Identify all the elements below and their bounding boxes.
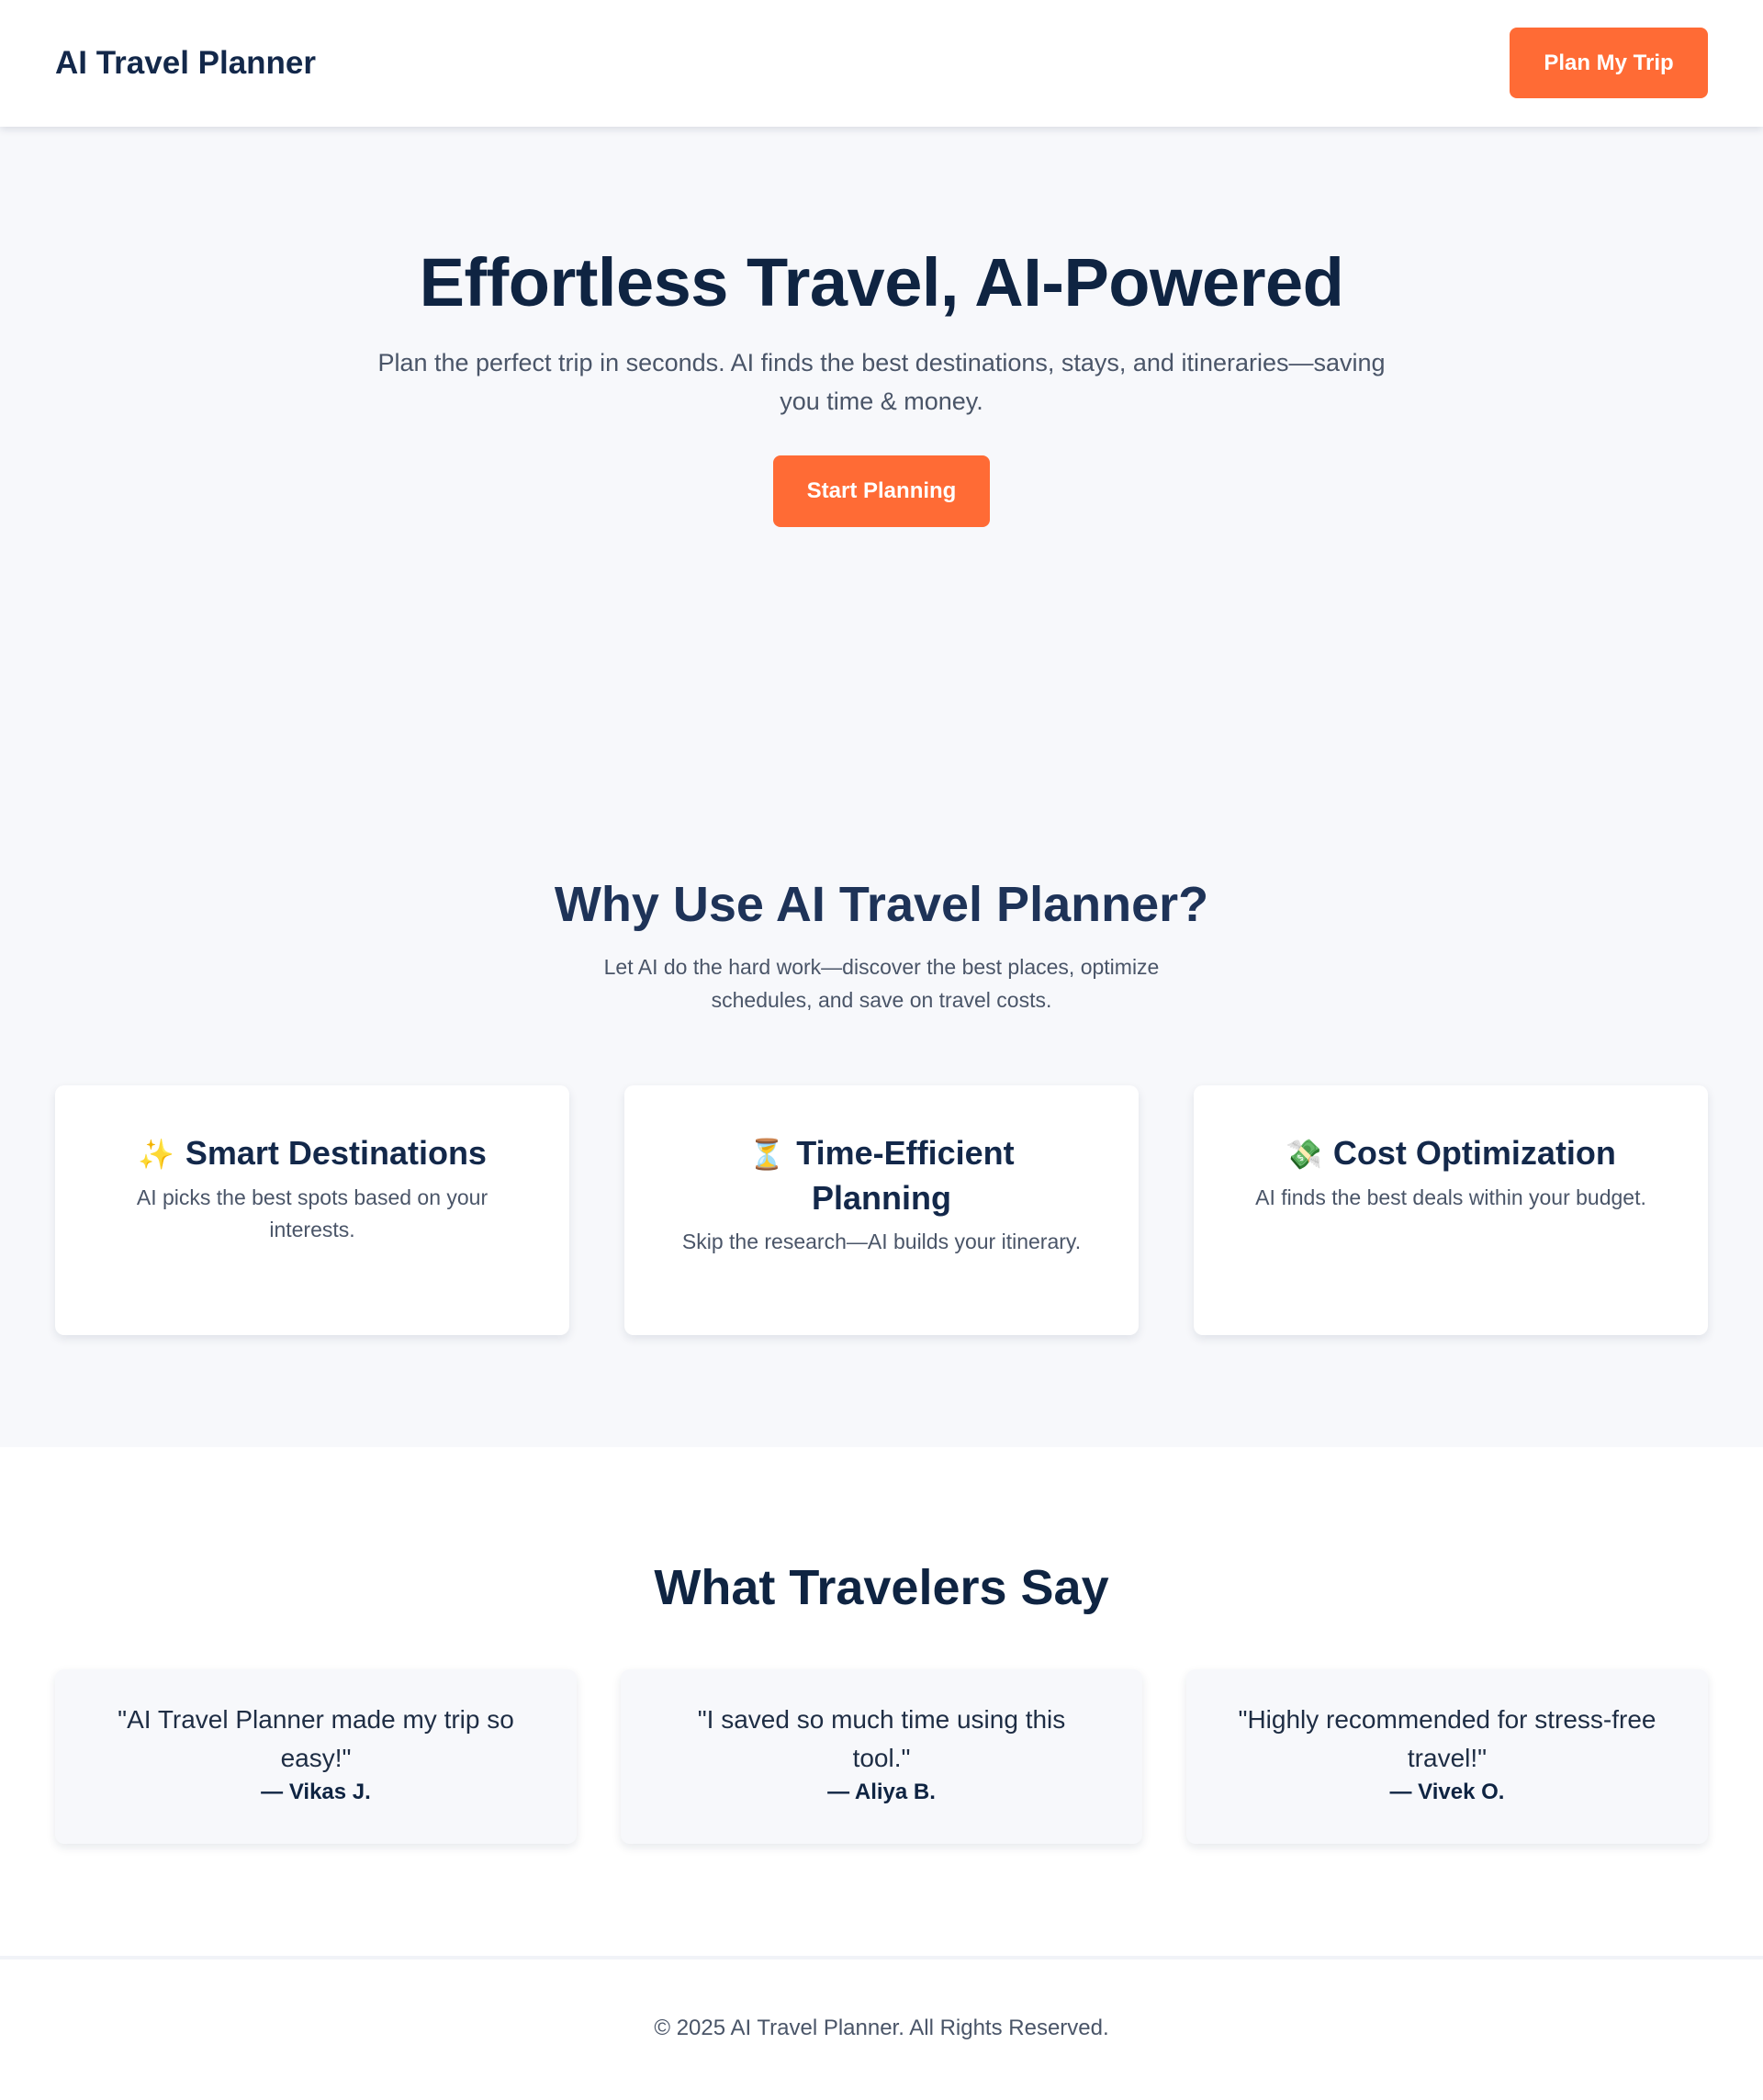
copyright-text: © 2025 AI Travel Planner. All Rights Res…	[654, 2016, 1109, 2040]
hero-section: Effortless Travel, AI-Powered Plan the p…	[0, 127, 1763, 825]
testimonial-card: "Highly recommended for stress-free trav…	[1186, 1669, 1708, 1844]
testimonial-quote: "Highly recommended for stress-free trav…	[1238, 1705, 1656, 1772]
start-planning-button[interactable]: Start Planning	[773, 455, 990, 527]
feature-title: Smart Destinations	[185, 1134, 487, 1172]
site-header: AI Travel Planner Plan My Trip	[0, 0, 1763, 127]
feature-description: AI picks the best spots based on your in…	[136, 1185, 488, 1241]
testimonial-quote: "I saved so much time using this tool."	[697, 1705, 1066, 1772]
money-wings-icon: 💸	[1286, 1138, 1322, 1171]
hourglass-icon: ⏳	[748, 1138, 786, 1171]
feature-card-time-efficient-planning: ⏳ Time-Efficient Planning Skip the resear…	[624, 1085, 1139, 1335]
testimonials-title: What Travelers Say	[654, 1560, 1109, 1615]
site-footer: © 2025 AI Travel Planner. All Rights Res…	[0, 1956, 1763, 2100]
feature-heading: ⏳ Time-Efficient Planning	[679, 1131, 1084, 1220]
feature-heading: ✨ Smart Destinations	[110, 1131, 514, 1176]
testimonial-card: "I saved so much time using this tool." …	[621, 1669, 1142, 1844]
page: AI Travel Planner Plan My Trip Effortles…	[0, 0, 1763, 2100]
testimonial-author: — Vikas J.	[261, 1780, 371, 1804]
testimonial-author: — Aliya B.	[827, 1780, 936, 1804]
hero-subtitle: Plan the perfect trip in seconds. AI fin…	[377, 349, 1386, 415]
features-subtitle: Let AI do the hard work—discover the bes…	[603, 955, 1160, 1012]
feature-description: AI finds the best deals within your budg…	[1255, 1185, 1646, 1209]
feature-heading: 💸 Cost Optimization	[1249, 1131, 1653, 1176]
feature-title: Time-Efficient Planning	[796, 1134, 1015, 1217]
testimonial-author: — Vivek O.	[1389, 1780, 1505, 1804]
feature-card-smart-destinations: ✨ Smart Destinations AI picks the best sp…	[55, 1085, 569, 1335]
testimonial-quote: "AI Travel Planner made my trip so easy!…	[118, 1705, 514, 1772]
testimonial-card: "AI Travel Planner made my trip so easy!…	[55, 1669, 577, 1844]
feature-card-cost-optimization: 💸 Cost Optimization AI finds the best dea…	[1194, 1085, 1708, 1335]
feature-title: Cost Optimization	[1332, 1134, 1616, 1172]
testimonials-section: What Travelers Say "AI Travel Planner ma…	[0, 1447, 1763, 1956]
features-title: Why Use AI Travel Planner?	[554, 877, 1209, 932]
features-section: Why Use AI Travel Planner? Let AI do the…	[0, 825, 1763, 1447]
site-logo[interactable]: AI Travel Planner	[55, 42, 316, 84]
feature-description: Skip the research—AI builds your itinera…	[681, 1230, 1082, 1253]
sparkles-icon: ✨	[138, 1138, 174, 1171]
plan-my-trip-button[interactable]: Plan My Trip	[1510, 28, 1708, 98]
hero-title: Effortless Travel, AI-Powered	[419, 244, 1344, 320]
